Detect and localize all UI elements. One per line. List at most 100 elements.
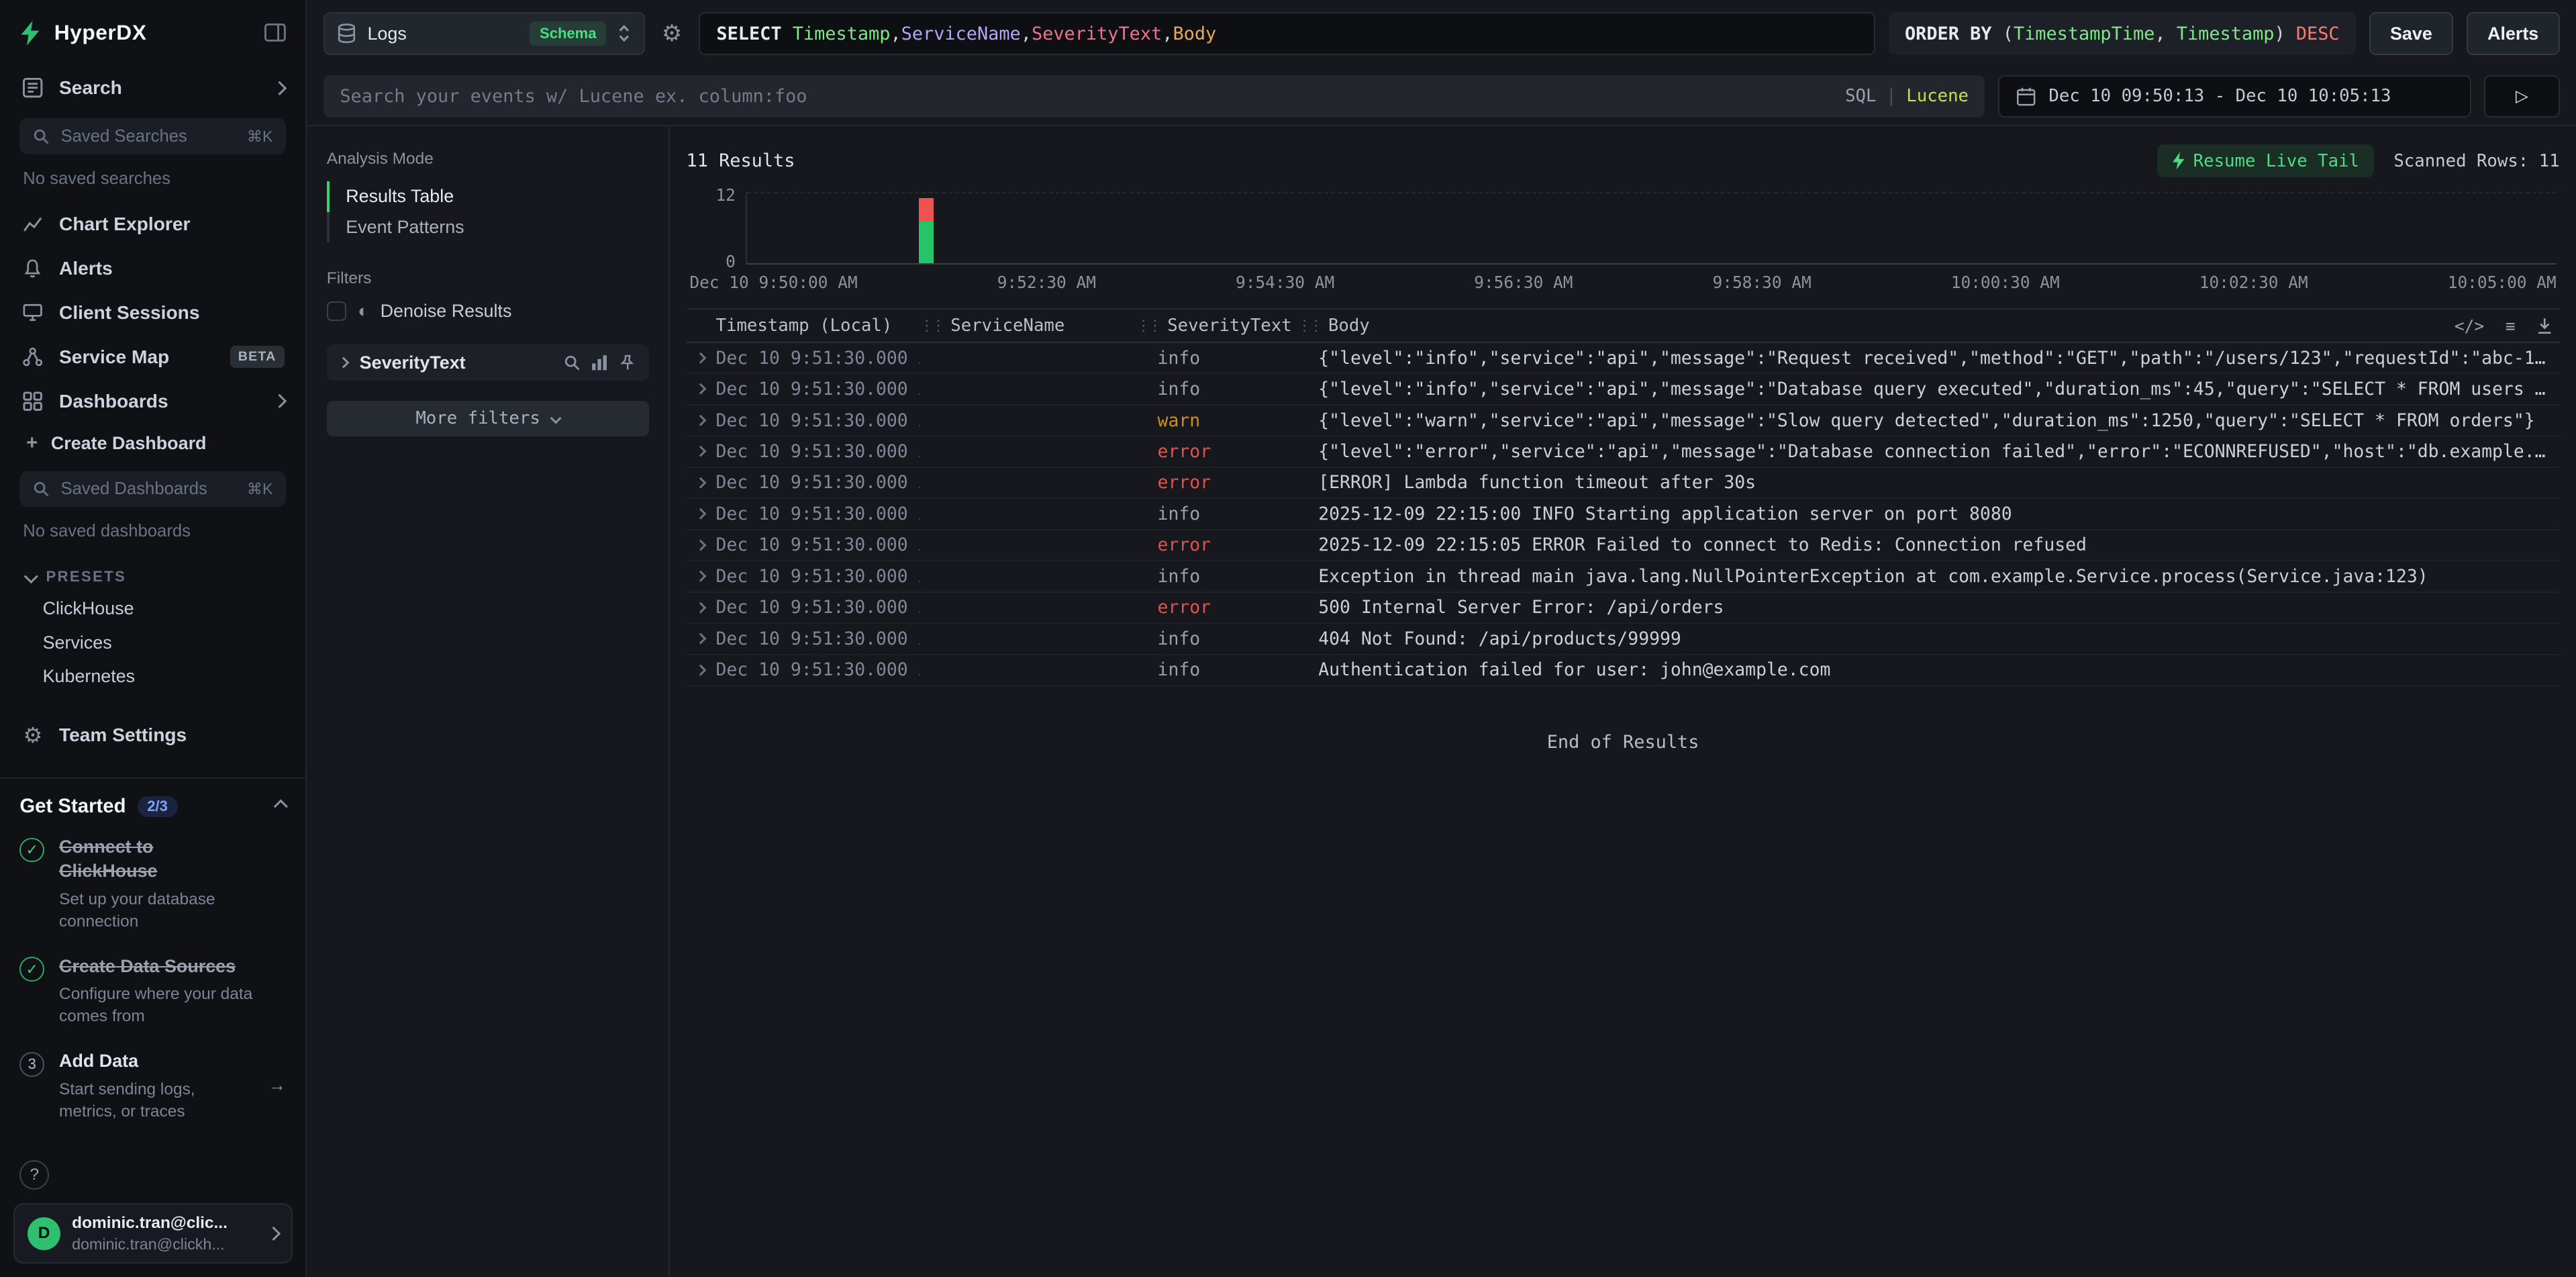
get-started-header[interactable]: Get Started 2/3 xyxy=(19,795,286,818)
preset-item[interactable]: Services xyxy=(0,626,305,660)
analysis-mode-item[interactable]: Event Patterns xyxy=(327,212,649,243)
sidebar-item-dashboards[interactable]: Dashboards xyxy=(0,379,305,424)
download-icon[interactable] xyxy=(2536,317,2553,335)
table-row[interactable]: Dec 10 9:51:30.000 AM error {"level":"er… xyxy=(687,436,2560,467)
chart-plot[interactable] xyxy=(746,192,2557,265)
row-expand-icon[interactable] xyxy=(687,510,716,518)
column-drag-handle-icon[interactable]: ⋮⋮ xyxy=(1297,318,1320,334)
row-density-icon[interactable]: ≡ xyxy=(2506,316,2516,336)
filter-search-icon[interactable] xyxy=(564,354,580,371)
table-row[interactable]: Dec 10 9:51:30.000 AM error 2025-12-09 2… xyxy=(687,530,2560,561)
getstarted-item-desc: Set up your database connection xyxy=(59,888,253,933)
denoise-checkbox[interactable] xyxy=(327,301,346,321)
table-row[interactable]: Dec 10 9:51:30.000 AM info 404 Not Found… xyxy=(687,624,2560,655)
row-expand-icon[interactable] xyxy=(687,572,716,580)
row-expand-icon[interactable] xyxy=(687,385,716,393)
row-severity: error xyxy=(1136,472,1297,493)
sidebar-item-label: Chart Explorer xyxy=(59,214,190,235)
save-button[interactable]: Save xyxy=(2369,12,2454,55)
column-header-severitytext[interactable]: ⋮⋮ SeverityText xyxy=(1136,316,1297,336)
search-icon xyxy=(33,128,49,144)
create-dashboard-button[interactable]: + Create Dashboard xyxy=(0,424,305,463)
run-query-button[interactable]: ▷ xyxy=(2484,75,2560,118)
order-token: TimestampTime xyxy=(2014,23,2154,44)
row-timestamp: Dec 10 9:51:30.000 AM xyxy=(716,472,920,493)
help-button[interactable]: ? xyxy=(19,1160,49,1190)
table-row[interactable]: Dec 10 9:51:30.000 AM warn {"level":"war… xyxy=(687,406,2560,436)
denoise-results-row[interactable]: ◐ Denoise Results xyxy=(327,301,649,322)
filter-chart-icon[interactable] xyxy=(591,354,607,371)
row-expand-icon[interactable] xyxy=(687,447,716,455)
saved-searches-input[interactable]: Saved Searches ⌘K xyxy=(19,118,286,154)
user-menu[interactable]: D dominic.tran@clic... dominic.tran@clic… xyxy=(13,1203,293,1264)
get-started-progress-badge: 2/3 xyxy=(138,796,178,817)
query-language-toggle[interactable]: SQL | Lucene xyxy=(1845,86,1969,106)
table-row[interactable]: Dec 10 9:51:30.000 AM info {"level":"inf… xyxy=(687,374,2560,405)
table-row[interactable]: Dec 10 9:51:30.000 AM info Exception in … xyxy=(687,561,2560,592)
collapse-sidebar-icon[interactable] xyxy=(264,23,286,42)
presets-header[interactable]: PRESETS xyxy=(0,555,305,592)
resume-live-tail-button[interactable]: Resume Live Tail xyxy=(2157,144,2374,177)
column-drag-handle-icon[interactable]: ⋮⋮ xyxy=(920,318,942,334)
source-settings-gear-icon[interactable]: ⚙ xyxy=(658,20,685,47)
table-row[interactable]: Dec 10 9:51:30.000 AM info Authenticatio… xyxy=(687,655,2560,686)
column-header-servicename[interactable]: ⋮⋮ ServiceName xyxy=(920,316,1136,336)
row-severity: info xyxy=(1136,659,1297,680)
table-row[interactable]: Dec 10 9:51:30.000 AM info 2025-12-09 22… xyxy=(687,499,2560,530)
row-expand-icon[interactable] xyxy=(687,541,716,549)
getstarted-item-create-data-sources[interactable]: ✓ Create Data Sources Configure where yo… xyxy=(19,954,286,1028)
sidebar-item-alerts[interactable]: Alerts xyxy=(0,246,305,291)
event-search-input[interactable] xyxy=(340,86,1832,107)
severity-filter-group[interactable]: SeverityText xyxy=(327,344,649,381)
sidebar-item-team-settings[interactable]: ⚙ Team Settings xyxy=(0,713,305,757)
order-token: DESC xyxy=(2285,23,2340,44)
arrow-right-icon: → xyxy=(268,1075,286,1096)
time-range-picker[interactable]: Dec 10 09:50:13 - Dec 10 10:05:13 xyxy=(1998,75,2471,118)
table-row[interactable]: Dec 10 9:51:30.000 AM error 500 Internal… xyxy=(687,593,2560,624)
chevron-down-icon xyxy=(550,413,561,424)
row-expand-icon[interactable] xyxy=(687,416,716,424)
results-count: 11 Results xyxy=(687,150,795,171)
getstarted-item-add-data[interactable]: 3 Add Data Start sending logs, metrics, … xyxy=(19,1049,286,1123)
getstarted-item-connect-clickhouse[interactable]: ✓ Connect to ClickHouse Set up your data… xyxy=(19,835,286,933)
sidebar-item-search[interactable]: Search xyxy=(0,66,305,110)
sidebar-item-label: Dashboards xyxy=(59,391,168,412)
row-expand-icon[interactable] xyxy=(687,479,716,487)
row-expand-icon[interactable] xyxy=(687,666,716,674)
sidebar-item-service-map[interactable]: Service Map BETA xyxy=(0,335,305,379)
filter-pin-icon[interactable] xyxy=(620,354,636,371)
analysis-mode-item[interactable]: Results Table xyxy=(327,181,649,212)
results-histogram: 12 0 Dec 10 9:50:00 AM9:52:30 AM9:54:30 … xyxy=(689,192,2556,292)
code-view-icon[interactable]: </> xyxy=(2455,316,2484,336)
order-by-expression[interactable]: ORDER BY (TimestampTime, Timestamp) DESC xyxy=(1889,12,2357,55)
sidebar-item-label: Client Sessions xyxy=(59,302,199,324)
table-row[interactable]: Dec 10 9:51:30.000 AM error [ERROR] Lamb… xyxy=(687,468,2560,499)
app-title: HyperDX xyxy=(54,20,147,45)
column-header-timestamp[interactable]: Timestamp (Local) xyxy=(716,316,920,336)
row-severity: info xyxy=(1136,504,1297,524)
alerts-button[interactable]: Alerts xyxy=(2467,12,2560,55)
row-expand-icon[interactable] xyxy=(687,604,716,612)
column-header-body[interactable]: ⋮⋮ Body </> ≡ xyxy=(1297,316,2559,336)
source-select[interactable]: Logs Schema xyxy=(324,12,645,55)
row-expand-icon[interactable] xyxy=(687,354,716,362)
event-search-box[interactable]: SQL | Lucene xyxy=(324,75,1985,118)
preset-item[interactable]: Kubernetes xyxy=(0,659,305,694)
column-label: SeverityText xyxy=(1167,316,1291,336)
row-expand-icon[interactable] xyxy=(687,634,716,643)
more-filters-button[interactable]: More filters xyxy=(327,401,649,437)
column-label: Body xyxy=(1328,316,1370,336)
mode-sql-label[interactable]: SQL xyxy=(1845,86,1876,106)
sidebar-item-client-sessions[interactable]: Client Sessions xyxy=(0,291,305,335)
column-drag-handle-icon[interactable]: ⋮⋮ xyxy=(1136,318,1159,334)
sql-query-input[interactable]: SELECT Timestamp,ServiceName,SeverityTex… xyxy=(699,12,1875,55)
preset-item[interactable]: ClickHouse xyxy=(0,592,305,626)
row-body: Authentication failed for user: john@exa… xyxy=(1297,659,2559,680)
saved-dashboards-input[interactable]: Saved Dashboards ⌘K xyxy=(19,471,286,508)
mode-lucene-label[interactable]: Lucene xyxy=(1906,86,1969,106)
x-tick-label: Dec 10 9:50:00 AM xyxy=(689,273,857,292)
x-tick-label: 9:52:30 AM xyxy=(997,273,1096,292)
table-row[interactable]: Dec 10 9:51:30.000 AM info {"level":"inf… xyxy=(687,343,2560,374)
sidebar-item-chart-explorer[interactable]: Chart Explorer xyxy=(0,201,305,246)
row-severity: info xyxy=(1136,566,1297,587)
